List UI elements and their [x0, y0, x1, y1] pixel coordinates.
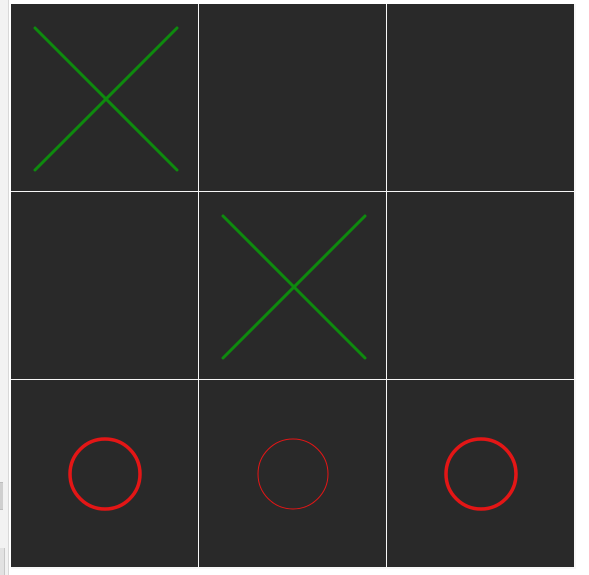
board-cell-r2-c1[interactable] — [11, 192, 198, 379]
board-cell-r3-c2[interactable] — [199, 380, 386, 567]
board-cell-r2-c3[interactable] — [387, 192, 574, 379]
o-mark-icon — [444, 437, 518, 511]
gutter-handle-lower[interactable] — [0, 548, 5, 575]
gutter-handle[interactable] — [0, 482, 3, 510]
o-mark-circle — [444, 437, 518, 511]
board-cell-r3-c1[interactable] — [11, 380, 198, 567]
tic-tac-toe-board — [11, 4, 576, 569]
game-window — [0, 0, 589, 575]
x-mark-icon — [33, 26, 179, 172]
o-mark-circle — [68, 437, 142, 511]
o-mark-icon — [257, 438, 329, 510]
left-gutter — [0, 0, 9, 575]
board-cell-r2-c2[interactable] — [199, 192, 386, 379]
o-mark-circle — [257, 438, 329, 510]
o-mark-icon — [68, 437, 142, 511]
x-mark-icon — [221, 214, 367, 360]
board-cell-r1-c2[interactable] — [199, 4, 386, 191]
board-cell-r1-c3[interactable] — [387, 4, 574, 191]
board-cell-r3-c3[interactable] — [387, 380, 574, 567]
board-cell-r1-c1[interactable] — [11, 4, 198, 191]
